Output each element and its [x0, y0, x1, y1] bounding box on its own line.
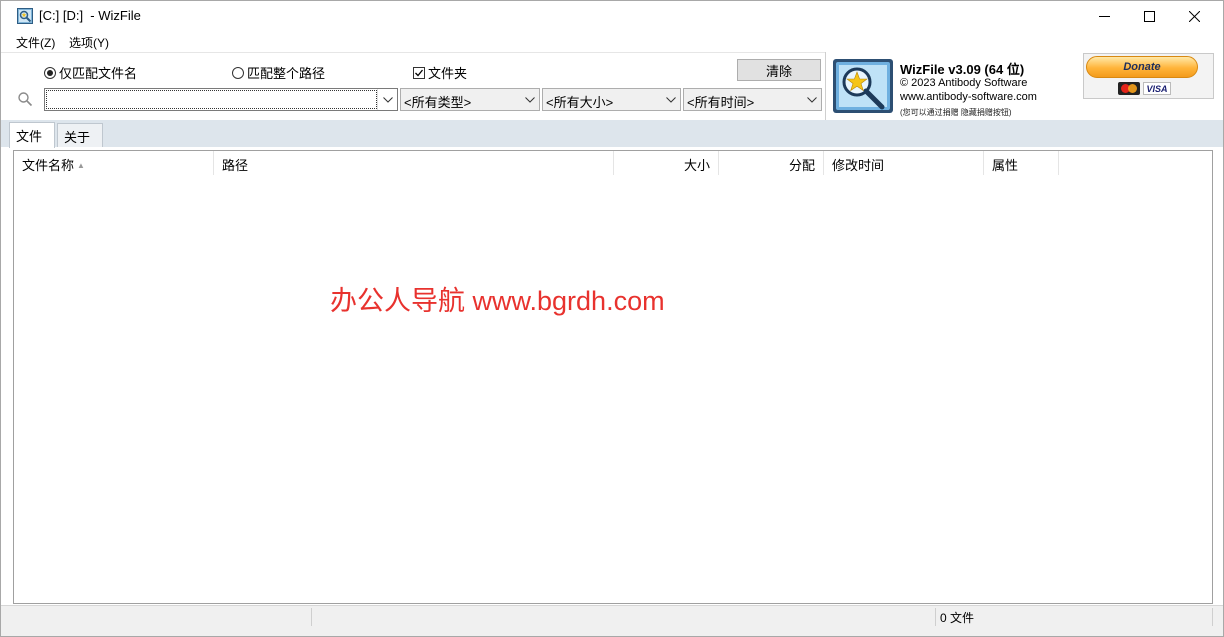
match-full-path-radio[interactable]: 匹配整个路径 [232, 63, 325, 82]
menu-file[interactable]: 文件(Z) [16, 34, 55, 51]
wizfile-app-icon [17, 8, 33, 24]
tab-files[interactable]: 文件 [9, 122, 55, 148]
match-full-path-label: 匹配整个路径 [247, 66, 326, 81]
search-input[interactable] [46, 90, 377, 109]
column-header-attributes[interactable]: 属性 [984, 151, 1059, 175]
chevron-down-icon [382, 96, 393, 103]
watermark-text: 办公人导航 www.bgrdh.com [330, 286, 665, 316]
menu-options[interactable]: 选项(Y) [69, 34, 109, 51]
column-header-path[interactable]: 路径 [214, 151, 614, 175]
donate-button[interactable]: Donate VISA [1083, 53, 1214, 99]
match-filename-label: 仅匹配文件名 [59, 66, 138, 81]
size-filter-value: <所有大小> [546, 95, 614, 110]
about-website-link[interactable]: www.antibody-software.com [900, 91, 1037, 103]
search-history-dropdown[interactable] [377, 89, 397, 110]
visa-icon: VISA [1143, 82, 1171, 95]
column-header-size[interactable]: 大小 [614, 151, 719, 175]
about-donate-note: (您可以通过捐赠 隐藏捐赠按钮) [900, 108, 1012, 117]
status-file-count: 0 文件 [936, 608, 1213, 626]
minimize-button[interactable] [1081, 1, 1127, 32]
maximize-icon [1143, 11, 1155, 22]
chevron-down-icon [807, 97, 817, 103]
about-copyright: © 2023 Antibody Software [900, 77, 1028, 89]
checkbox-checked-icon [413, 66, 425, 79]
radio-unchecked-icon [232, 66, 244, 79]
menu-bar: 文件(Z) 选项(Y) [1, 32, 1223, 52]
time-filter-value: <所有时间> [687, 95, 755, 110]
folders-checkbox[interactable]: 文件夹 [413, 63, 467, 82]
wizfile-window: [C:] [D:] - WizFile 文件(Z) 选项(Y) 仅匹配文件名 匹… [0, 0, 1224, 637]
donate-label: Donate [1086, 56, 1198, 78]
search-icon [18, 92, 33, 107]
type-filter-value: <所有类型> [404, 95, 472, 110]
close-button[interactable] [1171, 1, 1217, 32]
time-filter-select[interactable]: <所有时间> [683, 88, 822, 111]
window-bottom-edge [1, 627, 1223, 636]
match-filename-radio[interactable]: 仅匹配文件名 [44, 63, 137, 82]
payment-cards: VISA [1118, 82, 1171, 95]
maximize-button[interactable] [1126, 1, 1172, 32]
column-header-allocated[interactable]: 分配 [719, 151, 824, 175]
title-bar: [C:] [D:] - WizFile [1, 1, 1223, 32]
mastercard-icon [1118, 82, 1140, 95]
chevron-down-icon [525, 97, 535, 103]
minimize-icon [1098, 16, 1110, 17]
tab-strip: 文件 关于 [1, 120, 1223, 148]
clear-button[interactable]: 清除 [737, 59, 821, 81]
column-header-name[interactable]: 文件名称 ▲ [14, 151, 214, 175]
results-list[interactable]: 文件名称 ▲ 路径 大小 分配 修改时间 属性 办公人导航 www.bgrdh.c… [13, 150, 1213, 604]
close-icon [1188, 11, 1200, 22]
chevron-down-icon [666, 97, 676, 103]
column-header-modified[interactable]: 修改时间 [824, 151, 984, 175]
about-title: WizFile v3.09 (64 位) [900, 62, 1025, 77]
sort-ascending-icon: ▲ [77, 161, 85, 170]
status-bar: 0 文件 [1, 605, 1223, 627]
type-filter-select[interactable]: <所有类型> [400, 88, 540, 111]
tab-about[interactable]: 关于 [57, 123, 103, 147]
about-panel: WizFile v3.09 (64 位) © 2023 Antibody Sof… [825, 52, 1223, 120]
search-combobox[interactable] [44, 88, 398, 111]
wizfile-logo [833, 59, 893, 113]
window-title: [C:] [D:] - WizFile [39, 8, 141, 23]
status-cell-2 [312, 608, 936, 626]
status-cell-1 [13, 608, 312, 626]
radio-checked-icon [44, 66, 56, 79]
search-toolbar: 仅匹配文件名 匹配整个路径 文件夹 清除 <所有类型> <所有大小> <所有时间… [1, 52, 825, 120]
column-name-label: 文件名称 [22, 158, 75, 173]
folders-label: 文件夹 [428, 66, 468, 81]
size-filter-select[interactable]: <所有大小> [542, 88, 681, 111]
